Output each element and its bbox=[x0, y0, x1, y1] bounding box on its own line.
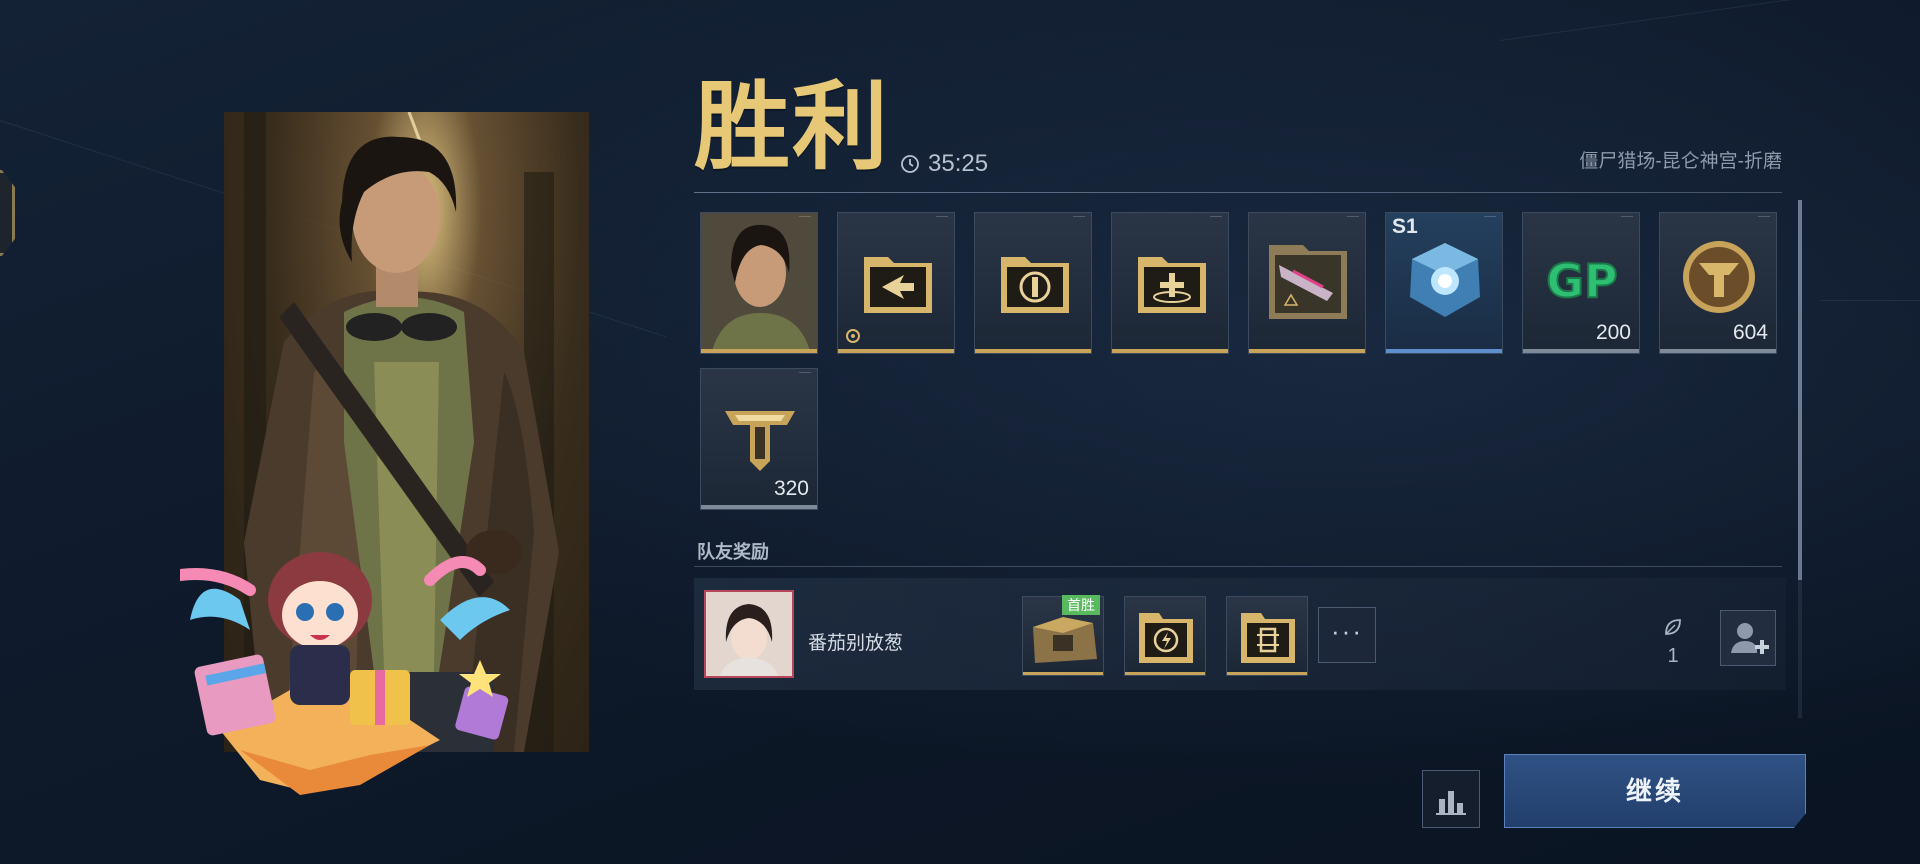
reward-tile-blueprint-arrow[interactable] bbox=[837, 212, 955, 354]
like-count: 1 bbox=[1667, 645, 1679, 667]
side-tab-badge[interactable] bbox=[0, 170, 15, 256]
reward-tile-blueprint-grip[interactable] bbox=[974, 212, 1092, 354]
bg-deco-line bbox=[1820, 300, 1920, 301]
teammate-reward-blueprint-1[interactable] bbox=[1124, 596, 1206, 676]
blueprint-arrow-icon bbox=[864, 257, 932, 313]
leaf-like-icon bbox=[1665, 619, 1681, 635]
rewards-scrollbar-thumb[interactable] bbox=[1798, 200, 1802, 580]
blueprint-grip-icon bbox=[1001, 257, 1069, 313]
reward-tile-blueprint-scope[interactable] bbox=[1111, 212, 1229, 354]
reward-tile-crystal-cube[interactable]: S1 bbox=[1385, 212, 1503, 354]
reward-tile-character[interactable] bbox=[700, 212, 818, 354]
reward-count: 604 bbox=[1732, 321, 1768, 344]
blueprint-scope-icon bbox=[1138, 257, 1206, 313]
reward-tile-gold-coin[interactable]: 604 bbox=[1659, 212, 1777, 354]
teammate-name: 番茄别放葱 bbox=[808, 633, 904, 654]
character-portrait-icon bbox=[701, 213, 817, 353]
gear-badge-icon bbox=[846, 329, 860, 343]
add-friend-icon bbox=[1731, 623, 1769, 654]
reward-tile-gp[interactable]: GP 200 bbox=[1522, 212, 1640, 354]
clock-icon bbox=[901, 155, 919, 173]
like-counter[interactable]: 1 bbox=[1658, 616, 1688, 668]
section-divider bbox=[694, 566, 1782, 567]
mascot-sticker bbox=[180, 552, 510, 795]
teammate-avatar[interactable] bbox=[704, 590, 794, 678]
gold-emblem-coin-icon bbox=[1683, 241, 1755, 313]
reward-tile-rank-emblem[interactable]: 320 bbox=[700, 368, 818, 510]
blueprint-bolt-icon bbox=[1139, 613, 1193, 663]
victory-title: 胜利 bbox=[694, 71, 890, 183]
gp-currency-icon: GP bbox=[1545, 253, 1618, 309]
teammate-reward-blueprint-2[interactable] bbox=[1226, 596, 1308, 676]
svg-text:GP: GP bbox=[1546, 254, 1617, 308]
blueprint-barrel-icon bbox=[1241, 613, 1295, 663]
stats-button[interactable] bbox=[1422, 770, 1480, 828]
bg-deco-line bbox=[1499, 0, 1897, 41]
bar-chart-icon bbox=[1436, 791, 1466, 815]
weapon-skin-blueprint-icon bbox=[1269, 245, 1347, 319]
add-friend-button[interactable] bbox=[1720, 610, 1776, 666]
reward-count: 200 bbox=[1595, 321, 1631, 344]
rank-emblem-icon bbox=[725, 411, 795, 471]
reward-count: 320 bbox=[773, 477, 809, 500]
map-mode-name: 僵尸猎场-昆仑神宫-折磨 bbox=[1579, 151, 1782, 172]
reward-tile-weapon-skin[interactable] bbox=[1248, 212, 1366, 354]
teammate-rewards-heading: 队友奖励 bbox=[697, 542, 769, 562]
match-duration: 35:25 bbox=[928, 150, 989, 177]
continue-label: 继续 bbox=[1625, 776, 1684, 806]
match-timer: 35:25 bbox=[900, 150, 988, 178]
header-divider bbox=[694, 192, 1782, 193]
crystal-cube-icon bbox=[1410, 243, 1480, 317]
continue-button[interactable]: 继续 bbox=[1504, 754, 1806, 828]
victory-screen: 胜利 35:25 僵尸猎场-昆仑神宫-折磨 S1 GP 200 604 320 … bbox=[0, 0, 1920, 864]
more-rewards-button[interactable]: ··· bbox=[1318, 607, 1376, 663]
first-win-badge: 首胜 bbox=[1062, 595, 1100, 615]
